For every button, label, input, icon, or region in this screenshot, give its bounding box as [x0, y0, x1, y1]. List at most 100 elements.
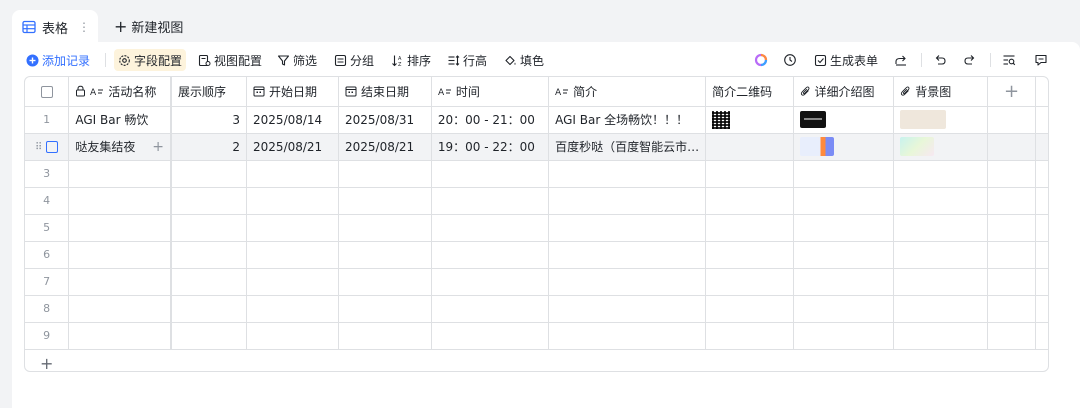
search-records-icon[interactable] [1000, 51, 1018, 69]
cell-order[interactable]: 3 [171, 106, 248, 134]
tab-grid-view[interactable]: 表格 ⋮ [12, 10, 98, 44]
cell-empty[interactable] [705, 241, 794, 269]
column-header-background-image[interactable]: 背景图 [893, 77, 989, 107]
cell-empty[interactable] [705, 268, 794, 296]
qr-code-thumbnail[interactable] [712, 110, 731, 129]
cell-time[interactable]: 19：00 - 22：00 [431, 133, 550, 161]
cell-start-date[interactable]: 2025/08/21 [246, 133, 339, 161]
cell-empty[interactable] [246, 160, 339, 188]
cell-name[interactable] [68, 187, 173, 215]
cell-empty[interactable] [548, 295, 707, 323]
cell-empty[interactable] [893, 160, 989, 188]
view-config-button[interactable]: 视图配置 [198, 50, 262, 70]
comment-icon[interactable] [1032, 51, 1050, 69]
cell-empty[interactable] [893, 322, 989, 350]
column-header-end-date[interactable]: 结束日期 [338, 77, 432, 107]
cell-empty[interactable] [793, 268, 895, 296]
cell-empty[interactable] [548, 241, 707, 269]
ai-assistant-icon[interactable] [752, 51, 770, 69]
cell-empty[interactable] [431, 295, 550, 323]
automation-clock-icon[interactable] [781, 51, 799, 69]
cell-empty[interactable] [171, 187, 248, 215]
cell-empty[interactable] [431, 241, 550, 269]
cell-empty[interactable] [893, 241, 989, 269]
cell-empty[interactable] [893, 214, 989, 242]
more-vertical-icon[interactable]: ⋮ [78, 20, 90, 34]
cell-empty[interactable] [793, 322, 895, 350]
cell-empty[interactable] [548, 214, 707, 242]
cell-empty[interactable] [987, 160, 1036, 188]
cell-empty[interactable] [893, 187, 989, 215]
select-all-checkbox[interactable] [40, 85, 53, 98]
column-header-qr[interactable]: 简介二维码 [705, 77, 794, 107]
cell-empty[interactable] [171, 322, 248, 350]
cell-empty[interactable] [246, 187, 339, 215]
cell-background-image[interactable] [893, 133, 989, 161]
fill-color-button[interactable]: 填色 [504, 50, 544, 70]
group-button[interactable]: 分组 [334, 50, 374, 70]
cell-empty[interactable] [793, 214, 895, 242]
cell-name[interactable] [68, 322, 173, 350]
cell-empty[interactable] [246, 322, 339, 350]
cell-detail-image[interactable] [793, 106, 895, 134]
cell-start-date[interactable]: 2025/08/14 [246, 106, 339, 134]
cell-end-date[interactable]: 2025/08/31 [338, 106, 432, 134]
cell-empty[interactable] [893, 295, 989, 323]
cell-empty[interactable] [338, 322, 432, 350]
cell-end-date[interactable]: 2025/08/21 [338, 133, 432, 161]
redo-icon[interactable] [961, 51, 979, 69]
cell-empty[interactable] [548, 187, 707, 215]
table-row[interactable]: 6 [25, 241, 1048, 269]
column-header-name[interactable]: A 活动名称 [68, 77, 173, 107]
row-checkbox[interactable] [46, 141, 59, 153]
cell-empty[interactable] [987, 241, 1036, 269]
cell-empty[interactable] [987, 295, 1036, 323]
cell-empty[interactable] [171, 241, 248, 269]
table-row[interactable]: 1 AGI Bar 畅饮 3 2025/08/14 2025/08/31 20：… [25, 106, 1048, 134]
cell-empty[interactable] [431, 268, 550, 296]
cell-empty[interactable] [338, 214, 432, 242]
add-column-button[interactable]: + [987, 77, 1036, 107]
generate-form-button[interactable]: 生成表单 [814, 50, 878, 70]
cell-empty[interactable] [548, 268, 707, 296]
cell-empty[interactable] [338, 187, 432, 215]
cell-empty[interactable] [338, 268, 432, 296]
column-header-start-date[interactable]: 开始日期 [246, 77, 339, 107]
cell-empty[interactable] [431, 160, 550, 188]
cell-empty[interactable] [431, 214, 550, 242]
new-view-button[interactable]: + 新建视图 [114, 10, 183, 42]
cell-empty[interactable] [793, 241, 895, 269]
cell-empty[interactable] [246, 214, 339, 242]
cell-qr[interactable] [705, 133, 794, 161]
field-config-button[interactable]: 字段配置 [114, 49, 187, 71]
share-icon[interactable] [892, 51, 910, 69]
cell-intro[interactable]: 百度秒哒（百度智能云市… [548, 133, 707, 161]
cell-time[interactable]: 20：00 - 21：00 [431, 106, 550, 134]
background-image-thumbnail[interactable] [900, 110, 947, 129]
cell-name[interactable] [68, 214, 173, 242]
column-header-order[interactable]: 展示顺序 [171, 77, 248, 107]
column-header-intro[interactable]: A 简介 [548, 77, 707, 107]
cell-name[interactable]: 哒友集结夜 + [68, 133, 173, 161]
cell-empty[interactable] [171, 268, 248, 296]
add-record-button[interactable]: 添加记录 [26, 50, 90, 70]
select-all-cell[interactable] [25, 77, 70, 107]
background-image-thumbnail[interactable] [900, 137, 935, 156]
column-header-detail-image[interactable]: 详细介绍图 [793, 77, 895, 107]
table-row[interactable]: 5 [25, 214, 1048, 242]
cell-order[interactable]: 2 [171, 133, 248, 161]
detail-image-thumbnail[interactable] [799, 111, 826, 128]
cell-empty[interactable] [705, 322, 794, 350]
table-row[interactable]: 4 [25, 187, 1048, 215]
filter-button[interactable]: 筛选 [277, 50, 317, 70]
cell-empty[interactable] [171, 295, 248, 323]
cell-empty[interactable] [338, 241, 432, 269]
row-select-cell[interactable]: ⠿ [25, 133, 70, 161]
row-height-button[interactable]: 行高 [447, 50, 487, 70]
cell-empty[interactable] [246, 241, 339, 269]
cell-empty[interactable] [987, 322, 1036, 350]
cell-empty[interactable] [793, 295, 895, 323]
cell-qr[interactable] [705, 106, 794, 134]
table-row[interactable]: 9 [25, 322, 1048, 350]
cell-name[interactable] [68, 241, 173, 269]
